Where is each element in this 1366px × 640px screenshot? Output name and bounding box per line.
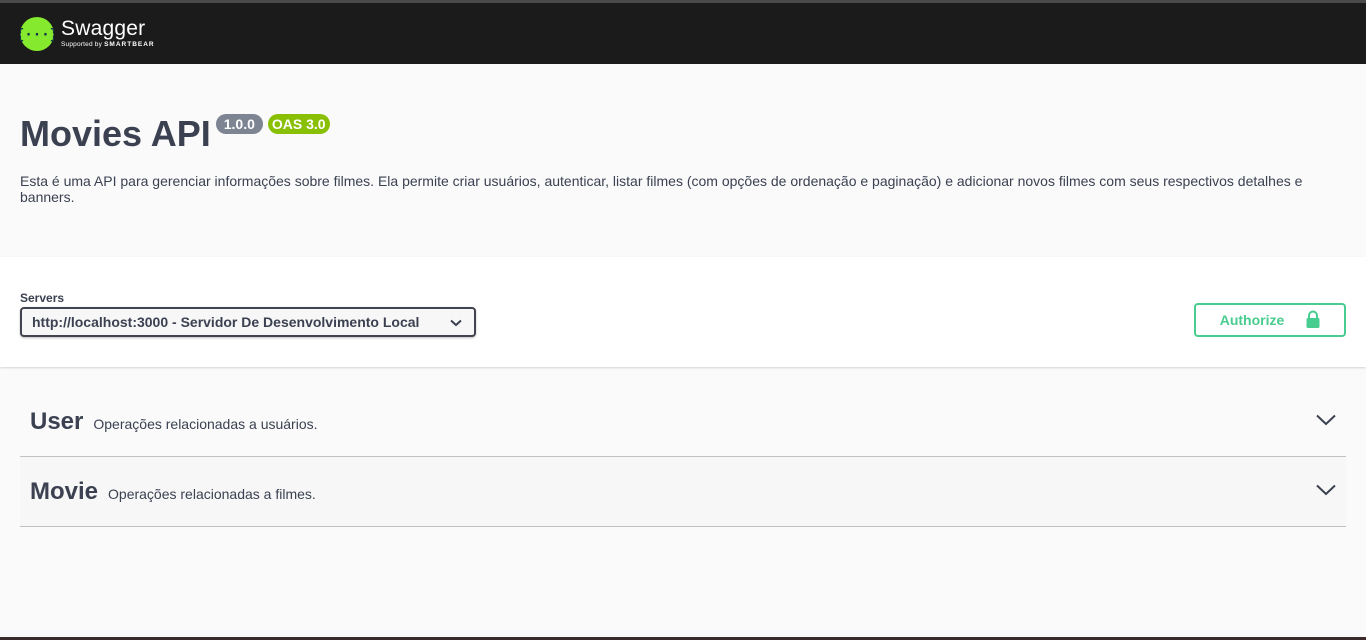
servers-block: Servers http://localhost:3000 - Servidor… — [20, 291, 476, 337]
tagline-brand: SMARTBEAR — [104, 41, 155, 49]
api-info: Movies API 1.0.0 OAS 3.0 Esta é uma API … — [0, 64, 1366, 257]
api-description: Esta é uma API para gerenciar informaçõe… — [20, 173, 1303, 205]
authorize-label: Authorize — [1219, 312, 1285, 328]
scheme-container: Servers http://localhost:3000 - Servidor… — [0, 257, 1366, 367]
servers-select[interactable]: http://localhost:3000 - Servidor De Dese… — [20, 307, 476, 337]
topbar: {···} Swagger Supported by SMARTBEAR — [0, 3, 1366, 64]
tag-list: User Operações relacionadas a usuários. … — [0, 367, 1366, 527]
servers-label: Servers — [20, 291, 65, 305]
chevron-down-icon[interactable] — [1316, 413, 1336, 431]
swagger-logo-icon: {···} — [20, 16, 54, 51]
svg-text:{···}: {···} — [20, 27, 54, 43]
title-row: Movies API 1.0.0 OAS 3.0 — [20, 114, 1346, 152]
tag-description: Operações relacionadas a usuários. — [93, 415, 318, 432]
tag-name: Movie — [30, 477, 99, 505]
tag-description: Operações relacionadas a filmes. — [108, 485, 316, 502]
swagger-logo[interactable]: {···} Swagger Supported by SMARTBEAR — [20, 16, 155, 51]
servers-selected-value: http://localhost:3000 - Servidor De Dese… — [32, 314, 420, 330]
chevron-down-icon[interactable] — [1316, 483, 1336, 501]
oas-badge: OAS 3.0 — [267, 114, 330, 134]
tag-section-user[interactable]: User Operações relacionadas a usuários. — [20, 387, 1346, 457]
authorize-button[interactable]: Authorize — [1194, 303, 1346, 337]
tag-section-movie[interactable]: Movie Operações relacionadas a filmes. — [20, 457, 1346, 527]
chevron-down-icon — [450, 314, 462, 330]
tag-name: User — [30, 407, 84, 435]
tag-header: Movie Operações relacionadas a filmes. — [30, 478, 316, 506]
tag-header: User Operações relacionadas a usuários. — [30, 408, 318, 436]
tagline-prefix: Supported by — [61, 41, 103, 49]
logo-text: Swagger Supported by SMARTBEAR — [61, 18, 155, 49]
version-badge: 1.0.0 — [215, 114, 263, 134]
logo-tagline: Supported by SMARTBEAR — [61, 42, 155, 49]
lock-icon — [1306, 310, 1320, 331]
logo-name: Swagger — [61, 17, 146, 41]
page-title: Movies API — [20, 113, 211, 154]
